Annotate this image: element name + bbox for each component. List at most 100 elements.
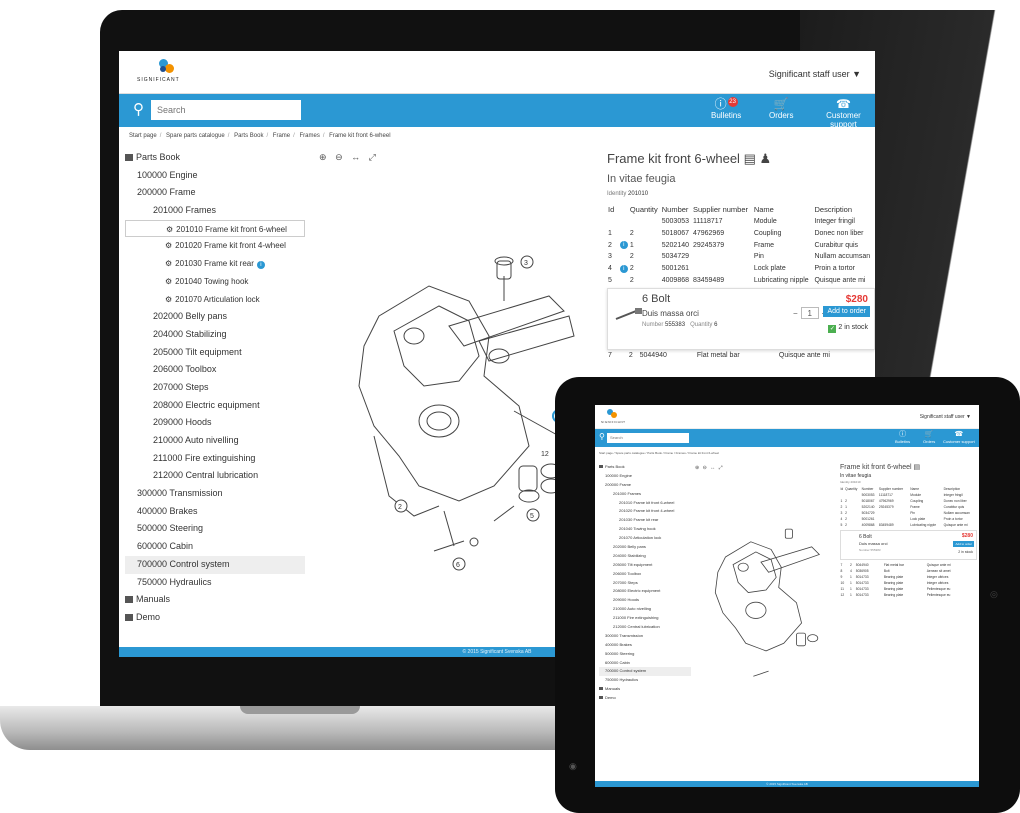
tree-item[interactable]: 212000 Central lubrication [599,623,691,632]
tree-item[interactable]: 201020 Frame kit front 4-wheel [599,507,691,516]
table-row[interactable]: 5 2 4009868 83459489 Lubricating nipple Quisq… [607,274,875,286]
fit-icon[interactable]: ↔ [351,152,363,162]
info-icon[interactable]: i [619,264,628,273]
tree-item[interactable]: 210000 Auto nivelling [125,432,305,450]
customer-support-button[interactable]: ☎ Customer support [812,97,875,129]
user-menu[interactable]: Significant staff user ▼ [920,414,971,420]
col-header[interactable]: Quantity [629,203,661,216]
tree-item-selected[interactable]: 700000 Control system [125,555,305,574]
tree-item[interactable]: 100000 Engine [125,167,305,185]
tree-item[interactable]: 211000 Fire extinguishing [125,450,305,468]
zoom-out-icon[interactable]: ⊖ [703,465,708,471]
tree-item[interactable]: ⚙ 201070 Articulation lock [125,291,305,309]
tree-item[interactable]: 600000 Cabin [125,538,305,556]
tree-item[interactable]: 209000 Hoods [599,596,691,605]
tree-item[interactable]: 750000 Hydraulics [125,574,305,592]
add-to-order-button[interactable]: Add to order [953,541,974,547]
tree-item[interactable]: 212000 Central lubrication [125,467,305,485]
tree-root[interactable]: Parts Book [599,463,691,472]
tree-item[interactable]: 201000 Frames [599,490,691,499]
tree-item[interactable]: 207000 Steps [125,379,305,397]
breadcrumb-item[interactable]: Frame [273,133,290,139]
bulletins-button[interactable]: ⓘ Bulletins [895,431,910,444]
tree-item[interactable]: 100000 Engine [599,472,691,481]
tree-item-selected[interactable]: 700000 Control system [599,667,691,677]
user-menu[interactable]: Significant staff user ▼ [769,69,861,79]
tree-item[interactable]: 500000 Steering [599,650,691,659]
tree-item[interactable]: 210000 Auto nivelling [599,605,691,614]
breadcrumb-item[interactable]: Frame [664,451,673,455]
tree-item[interactable]: 201010 Frame kit front 6-wheel [599,499,691,508]
tree-item[interactable]: 400000 Brakes [599,641,691,650]
bulletins-button[interactable]: ⓘ 23 Bulletins [711,97,741,120]
tree-item[interactable]: 300000 Transmission [599,632,691,641]
col-header[interactable]: Id [607,203,616,216]
edit-icon[interactable]: ▤ [744,151,756,166]
exploded-drawing[interactable] [695,475,833,705]
tree-item[interactable]: 750000 Hydraulics [599,676,691,685]
tree-item[interactable]: 202000 Belly pans [125,308,305,326]
search-input[interactable] [151,100,301,120]
expand-icon[interactable]: ⤢ [719,465,724,471]
table-row[interactable]: 2 i 1 5202140 29245379 Frame Curabitur quis [607,239,875,251]
table-row[interactable]: 3 2 5034729 Pin Nullam accumsan [607,251,875,263]
tree-item[interactable]: 206000 Toolbox [125,361,305,379]
tree-demo[interactable]: Demo [599,694,691,703]
tree-item[interactable]: ⚙ 201020 Frame kit front 4-wheel [125,237,305,255]
breadcrumb-item[interactable]: Frames [676,451,686,455]
table-row[interactable]: 12 1 5014733 Bearing plate Pellentesque eu [840,592,977,598]
quantity-stepper[interactable]: −1+ [793,307,826,320]
info-icon[interactable]: i [256,261,265,270]
table-row[interactable]: 4 i 2 5001261 Lock plate Proin a tortor [607,263,875,275]
tree-root[interactable]: Parts Book [125,149,305,167]
tree-item[interactable]: ⚙ 201030 Frame kit rear i [125,255,305,273]
tree-item[interactable]: 204000 Stabilizing [125,326,305,344]
tree-item[interactable]: 206000 Toolbox [599,570,691,579]
fit-icon[interactable]: ↔ [710,465,716,471]
col-header[interactable]: Supplier number [692,203,753,216]
tree-item-active[interactable]: ⚙ 201010 Frame kit front 6-wheel [125,219,305,238]
tree-item[interactable]: 201000 Frames [125,202,305,220]
table-row[interactable]: 5003053 11118717 Module Integer fringil [607,216,875,228]
breadcrumb-item[interactable]: Start page [599,451,613,455]
tree-item[interactable]: 205000 Tilt equipment [125,344,305,362]
orders-button[interactable]: 🛒 Orders [769,97,793,120]
tree-item[interactable]: 202000 Belly pans [599,543,691,552]
col-header[interactable]: Name [753,203,814,216]
tree-item[interactable]: 207000 Steps [599,579,691,588]
tree-item[interactable]: 201070 Articulation lock [599,534,691,543]
tree-item[interactable]: 201040 Towing hook [599,525,691,534]
tree-item[interactable]: 205000 Tilt equipment [599,561,691,570]
info-icon[interactable]: i [619,241,628,250]
tree-item[interactable]: 600000 Cabin [599,659,691,668]
zoom-in-icon[interactable]: ⊕ [319,152,330,162]
search-icon[interactable]: ⚲ [133,102,144,117]
tree-demo[interactable]: Demo [125,609,305,627]
edit-icon[interactable]: ▤ [914,464,921,471]
logo[interactable]: SIGNIFICANT [137,59,197,85]
table-row[interactable]: 7 2 5044940 Flat metal bar Quisque ante mi [607,350,875,362]
tree-manuals[interactable]: Manuals [599,685,691,694]
breadcrumb-item[interactable]: Parts Book [647,451,662,455]
tree-item[interactable]: 208000 Electric equipment [599,587,691,596]
orders-button[interactable]: 🛒 Orders [923,431,935,444]
tree-item[interactable]: 208000 Electric equipment [125,397,305,415]
zoom-out-icon[interactable]: ⊖ [335,152,346,162]
breadcrumb-item[interactable]: Spare parts catalogue [615,451,644,455]
tree-item[interactable]: ⚙ 201040 Towing hook [125,273,305,291]
tree-item[interactable]: 209000 Hoods [125,414,305,432]
breadcrumb-item[interactable]: Frames [299,133,319,139]
customer-support-button[interactable]: ☎ Customer support [943,431,975,444]
search-icon[interactable]: ⚲ [599,432,605,441]
breadcrumb-item[interactable]: Start page [129,133,157,139]
minus-icon[interactable]: − [793,309,798,318]
zoom-in-icon[interactable]: ⊕ [695,465,700,471]
tree-item[interactable]: 400000 Brakes [125,503,305,521]
add-to-order-button[interactable]: Add to order [823,306,870,318]
col-header[interactable]: Number [661,203,692,216]
tree-item[interactable]: 200000 Frame [599,481,691,490]
tree-item[interactable]: 300000 Transmission [125,485,305,503]
exploded-drawing[interactable]: 3 2 12 5 6 [319,166,591,596]
table-row[interactable]: 5 2 4009868 83459489 Lubricating nipple Quisq… [840,522,977,528]
user-icon[interactable]: ♟ [759,151,771,166]
